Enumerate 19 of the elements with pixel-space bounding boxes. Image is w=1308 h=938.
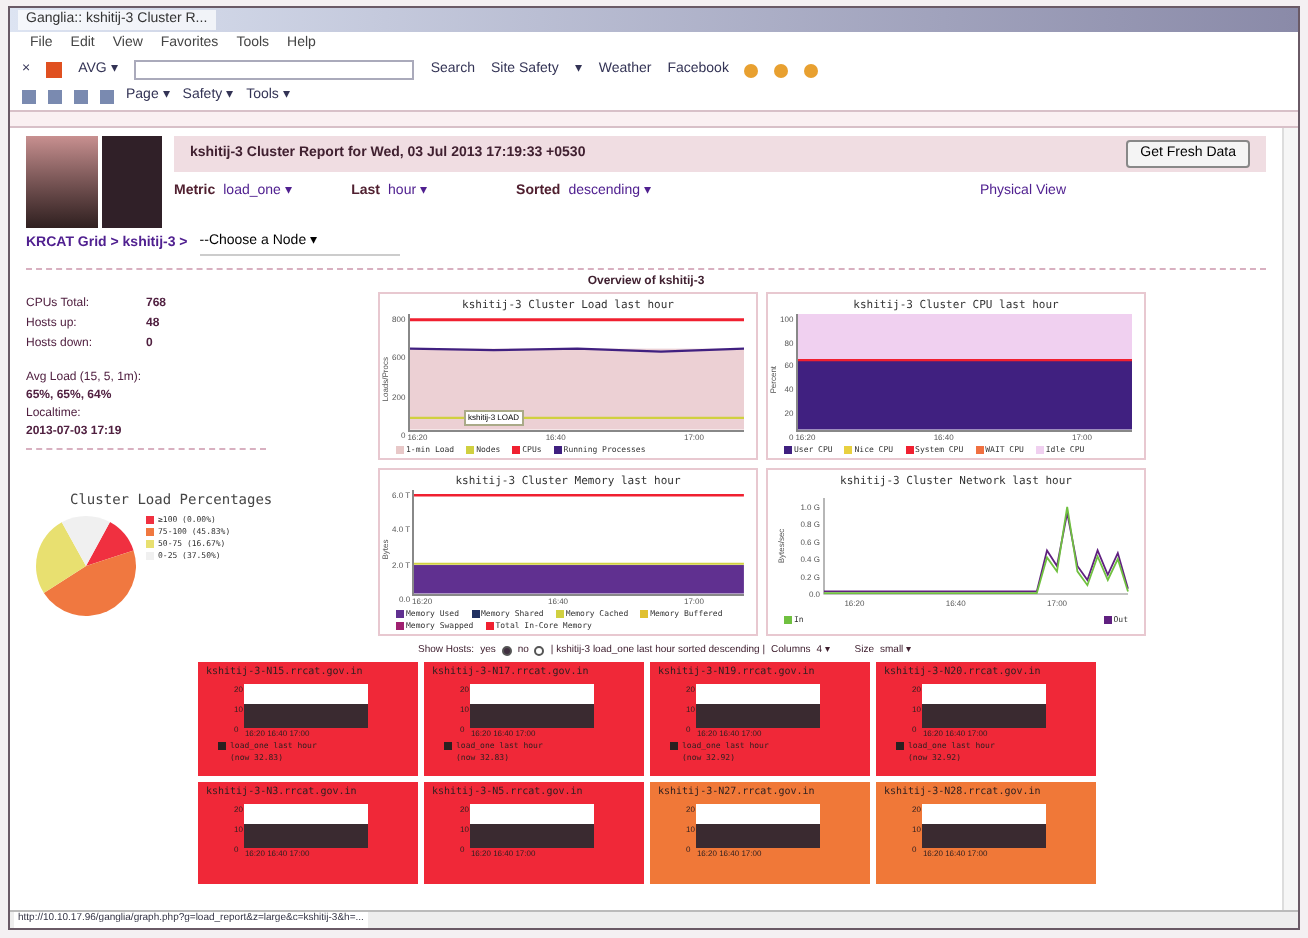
host-load-graph [470, 683, 595, 727]
search-field[interactable] [134, 60, 415, 80]
radio-button[interactable] [534, 645, 545, 656]
radio-button[interactable] [501, 645, 512, 656]
legend-swatch [670, 741, 678, 749]
logo-icon [26, 136, 166, 228]
legend-swatch [218, 741, 226, 749]
legend-swatch [896, 741, 904, 749]
host-load-graph [470, 803, 595, 847]
pie-chart-drawing [34, 514, 138, 618]
legend-swatch [444, 741, 452, 749]
host-load-graph [244, 803, 369, 847]
host-load-graph [922, 803, 1047, 847]
host-load-graph [244, 683, 369, 727]
host-load-graph [922, 683, 1047, 727]
scrollbar[interactable] [1282, 128, 1298, 910]
host-load-graph [696, 683, 821, 727]
toolbar-logo-icon [46, 62, 63, 78]
host-load-graph [696, 803, 821, 847]
